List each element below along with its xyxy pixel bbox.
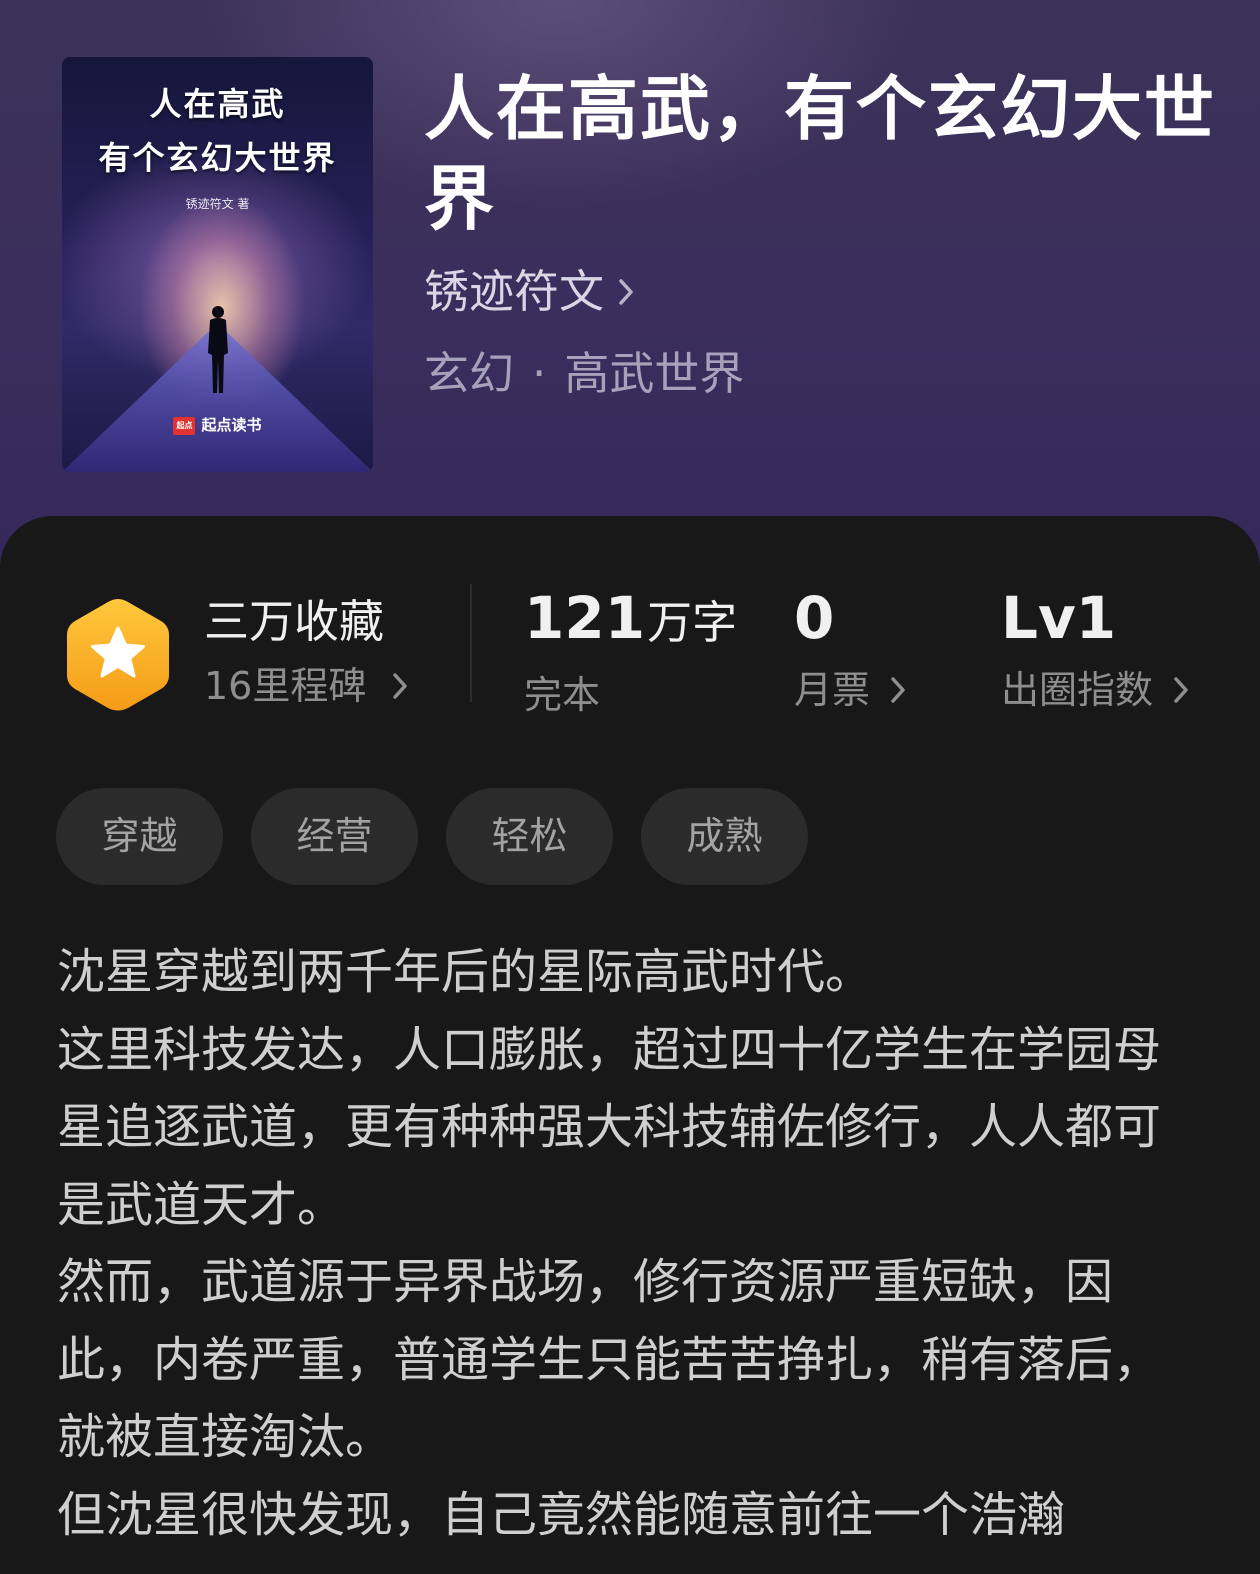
- word-count-stat: 121万字 完本: [524, 582, 737, 723]
- chevron-right-icon: [891, 677, 905, 703]
- popularity-index-link[interactable]: 出圈指数: [1001, 662, 1189, 718]
- publisher-logo: 起点: [173, 416, 196, 435]
- description-paragraph: 这里科技发达，人口膨胀，超过四十亿学生在学园母星追逐武道，更有种种强大科技辅佐修…: [57, 1021, 1162, 1233]
- description-paragraph: 然而，武道源于异界战场，修行资源严重短缺，因此，内卷严重，普通学生只能苦苦挣扎，…: [57, 1254, 1162, 1465]
- book-header: 人在高武 有个玄幻大世界 锈迹符文 著 起点 起点读书 人在高武，有个玄幻大世界 …: [0, 0, 1260, 600]
- monthly-votes-label: 月票: [794, 668, 871, 712]
- tag-list: 穿越 经营 轻松 成熟: [56, 788, 836, 885]
- description-paragraph: 沈星穿越到两千年后的星际高武时代。: [57, 944, 874, 1000]
- cover-silhouette-figure: [208, 306, 228, 393]
- milestones-label: 16里程碑: [204, 664, 367, 708]
- cover-author-credit: 锈迹符文 著: [185, 197, 250, 211]
- stats-divider: [470, 584, 472, 702]
- tag-chip[interactable]: 轻松: [446, 788, 613, 885]
- collection-title[interactable]: 三万收藏: [204, 592, 384, 652]
- book-cover[interactable]: 人在高武 有个玄幻大世界 锈迹符文 著 起点 起点读书: [62, 57, 373, 472]
- word-count-label: 完本: [524, 667, 737, 723]
- genre-subcategory[interactable]: 高武世界: [564, 347, 744, 400]
- description-paragraph: 但沈星很快发现，自己竟然能随意前往一个浩瀚: [57, 1486, 1066, 1543]
- genre-line: 玄幻 · 高武世界: [424, 344, 744, 404]
- word-count-value: 121: [524, 584, 646, 652]
- word-count-value-line: 121万字: [524, 582, 737, 659]
- author-name: 锈迹符文: [424, 265, 605, 318]
- completion-status: 完本: [524, 673, 601, 717]
- publisher-name: 起点读书: [201, 416, 262, 434]
- chevron-right-icon: [393, 673, 408, 699]
- popularity-level-value: Lv1: [1001, 584, 1117, 652]
- cover-publisher: 起点 起点读书: [62, 414, 373, 435]
- milestones-link[interactable]: 16里程碑: [204, 658, 408, 714]
- monthly-votes-stat[interactable]: 0 月票: [794, 582, 906, 718]
- author-link[interactable]: 锈迹符文: [424, 262, 634, 322]
- popularity-index-stat[interactable]: Lv1 出圈指数: [1001, 582, 1189, 718]
- monthly-votes-link[interactable]: 月票: [794, 662, 906, 718]
- chevron-right-icon: [1174, 677, 1188, 703]
- hexagon-star-icon[interactable]: [63, 595, 173, 715]
- cover-title-line-2: 有个玄幻大世界: [98, 139, 337, 177]
- genre-category[interactable]: 玄幻: [424, 347, 514, 400]
- chevron-right-icon: [619, 279, 633, 305]
- book-info-panel: 三万收藏 16里程碑 121万字 完本 0 月票 Lv1 出圈指数 穿越 经营: [0, 516, 1260, 1574]
- book-description[interactable]: 沈星穿越到两千年后的星际高武时代。 这里科技发达，人口膨胀，超过四十亿学生在学园…: [57, 934, 1197, 1554]
- genre-separator: ·: [532, 347, 547, 400]
- word-count-unit: 万字: [647, 596, 738, 649]
- tag-chip[interactable]: 经营: [251, 788, 418, 885]
- popularity-index-label: 出圈指数: [1001, 668, 1154, 712]
- tag-chip[interactable]: 成熟: [641, 788, 808, 885]
- book-title: 人在高武，有个玄幻大世界: [424, 67, 1216, 240]
- monthly-votes-value: 0: [794, 584, 835, 652]
- cover-title-line-1: 人在高武: [149, 85, 286, 123]
- tag-chip[interactable]: 穿越: [56, 788, 223, 885]
